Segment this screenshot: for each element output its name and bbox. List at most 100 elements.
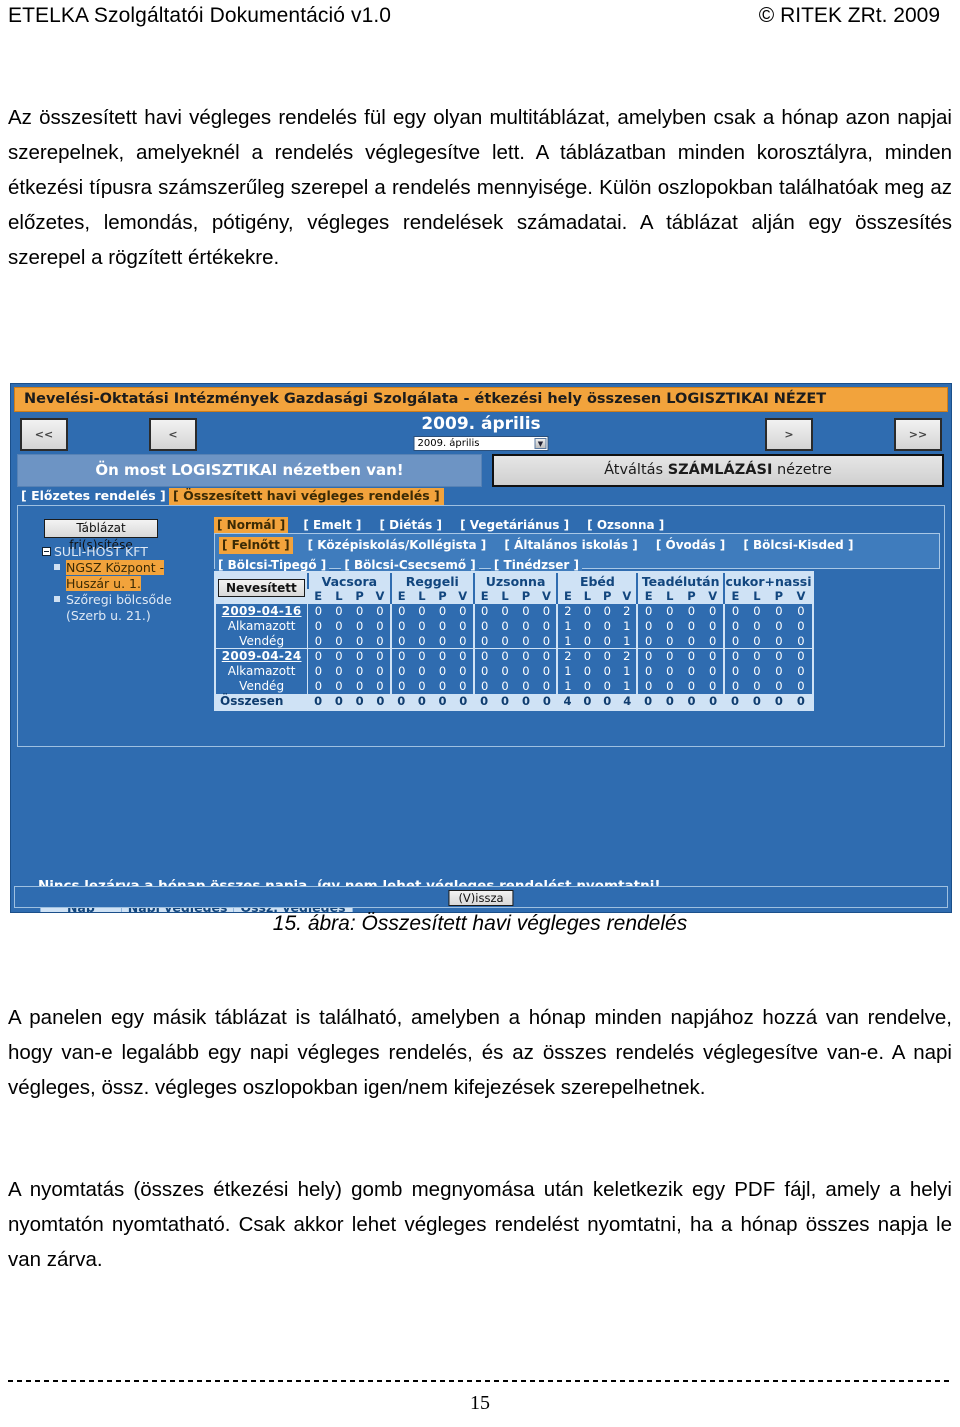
- cell-value: 0: [501, 679, 509, 693]
- cell-value: 0: [418, 633, 426, 648]
- paragraph-intro: Az összesített havi végleges rendelés fü…: [8, 106, 952, 269]
- sub-header-v: V: [617, 589, 638, 604]
- cell-value: 0: [355, 619, 364, 633]
- total-cell-value: 0: [432, 693, 453, 709]
- cell-value: 0: [687, 679, 696, 693]
- collapse-minus-icon[interactable]: [42, 547, 51, 556]
- sub-header-l: L: [577, 589, 598, 604]
- cell-value: 1: [623, 633, 631, 648]
- cell-value: 0: [789, 648, 812, 664]
- cell-value: 0: [583, 664, 592, 678]
- tree-item-label: Szőregi bölcsőde (Szerb u. 21.): [66, 592, 172, 623]
- tree-item-ngsz-kozpont[interactable]: NGSZ Központ - Huszár u. 1.: [40, 560, 205, 592]
- cell-value: 0: [389, 678, 412, 694]
- named-toggle-cell: Nevesített: [216, 573, 308, 604]
- cell-value: 0: [472, 678, 495, 694]
- cell-value: 0: [583, 633, 592, 648]
- row-date-label: 2009-04-16: [216, 603, 309, 619]
- cell-value: 0: [603, 679, 611, 693]
- group-header-5: cukor+nassi: [723, 573, 812, 589]
- footer-divider: [8, 1380, 952, 1382]
- sub-header-e: E: [556, 589, 578, 604]
- cell-value: 0: [459, 664, 467, 678]
- cell-value: 0: [636, 618, 659, 634]
- cell-value: 0: [666, 664, 674, 678]
- cell-value: 0: [494, 648, 516, 664]
- month-select[interactable]: 2009. április ▼: [413, 436, 549, 451]
- tab-vegetarianus[interactable]: [ Vegetáriánus ]: [457, 517, 573, 534]
- cell-value: 0: [603, 619, 611, 633]
- sub-header-p: P: [767, 589, 790, 604]
- cell-value: 0: [723, 633, 746, 649]
- cell-value: 0: [542, 633, 551, 648]
- provider-tree: SULI-HOST KFT NGSZ Központ - Huszár u. 1…: [40, 544, 205, 624]
- cell-value: 0: [515, 603, 537, 619]
- refresh-table-button[interactable]: Táblázat fri(s)sítése: [44, 519, 158, 552]
- cell-value: 0: [335, 679, 343, 693]
- cell-value: 0: [723, 603, 746, 619]
- sub-header-e: E: [636, 589, 659, 604]
- cell-value: 0: [708, 679, 717, 693]
- cell-value: 0: [789, 603, 812, 619]
- cell-value: 0: [438, 619, 447, 633]
- group-header-4: Teadélután: [636, 573, 724, 589]
- row-subgroup-label: Alkamazott: [216, 618, 309, 634]
- paragraph-printing: A nyomtatás (összes étkezési hely) gomb …: [8, 1178, 952, 1271]
- switch-view-button[interactable]: Átváltás SZÁMLÁZÁSI nézetre: [492, 454, 944, 487]
- cell-value: 0: [411, 648, 433, 664]
- cell-value: 1: [556, 633, 578, 649]
- table-row: Vendég 0 0 0 0 0 0 0 0 0 0 0 0 1 0 0 1 0 0 0 0 0 0 0 0: [216, 633, 812, 649]
- tree-root-item[interactable]: SULI-HOST KFT: [40, 544, 205, 560]
- cell-value: 0: [522, 633, 530, 648]
- tab-altalanos-iskolas[interactable]: [ Általános iskolás ]: [501, 537, 641, 554]
- row-subgroup-label: Vendég: [216, 633, 309, 649]
- cell-value: 0: [577, 648, 598, 664]
- tab-ozsonna[interactable]: [ Ozsonna ]: [584, 517, 668, 534]
- sub-header-l: L: [494, 589, 516, 604]
- cell-value: 0: [775, 679, 783, 693]
- total-cell-value: 0: [597, 693, 618, 709]
- cell-value: 0: [753, 664, 761, 678]
- cell-value: 0: [745, 603, 768, 619]
- tab-elozetes-rendeles[interactable]: [ Előzetes rendelés ]: [17, 488, 170, 505]
- cell-value: 0: [501, 633, 509, 648]
- total-cell-value: 0: [515, 693, 537, 709]
- tab-emelt[interactable]: [ Emelt ]: [300, 517, 365, 534]
- tree-item-szoregi-bolcsode[interactable]: Szőregi bölcsőde (Szerb u. 21.): [40, 592, 205, 624]
- cell-value: 0: [452, 603, 474, 619]
- total-cell-value: 0: [745, 693, 768, 709]
- tree-item-label-selected: NGSZ Központ - Huszár u. 1.: [66, 560, 165, 591]
- total-cell-value: 0: [702, 693, 724, 709]
- tab-osszesitett-havi-vegleges-rendeles[interactable]: [ Összesített havi végleges rendelés ]: [169, 488, 444, 505]
- tab-kozepiskolas-kollegista[interactable]: [ Középiskolás/Kollégista ]: [304, 537, 490, 554]
- doc-header-left: ETELKA Szolgáltatói Dokumentáció v1.0: [8, 4, 392, 27]
- cell-value: 0: [723, 648, 746, 664]
- cell-value: 0: [418, 679, 426, 693]
- cell-value: 0: [636, 663, 659, 679]
- switch-view-strong: SZÁMLÁZÁSI: [667, 462, 773, 478]
- cell-value: 2: [556, 648, 578, 664]
- cell-value: 0: [680, 603, 703, 619]
- cell-value: 0: [376, 664, 384, 678]
- tab-dietas[interactable]: [ Diétás ]: [376, 517, 445, 534]
- tab-normal[interactable]: [ Normál ]: [214, 517, 289, 534]
- sub-header-l: L: [659, 589, 681, 604]
- chevron-down-icon[interactable]: ▼: [534, 438, 547, 449]
- total-row: Összesen 0 0 0 0 0 0 0 0 0 0 0 0 4 0 0 4 0 0 0 0 0 0 0 0: [216, 693, 812, 709]
- cell-value: 2: [617, 648, 638, 664]
- cell-value: 0: [307, 603, 329, 619]
- tab-bolcsi-kisded[interactable]: [ Bölcsi-Kisded ]: [740, 537, 857, 554]
- age-group-tab-strip: [ Felnőtt ] [ Középiskolás/Kollégista ] …: [214, 533, 940, 574]
- cell-value: 0: [577, 603, 598, 619]
- tab-felnott[interactable]: [ Felnőtt ]: [219, 537, 293, 554]
- cell-value: 0: [432, 603, 453, 619]
- cell-value: 0: [775, 664, 783, 678]
- back-button[interactable]: (V)issza: [448, 890, 514, 906]
- named-button[interactable]: Nevesített: [218, 579, 305, 597]
- sub-header-p: P: [515, 589, 537, 604]
- total-cell-value: 0: [767, 693, 790, 709]
- switch-view-suffix: nézetre: [772, 462, 832, 478]
- cell-value: 0: [501, 664, 509, 678]
- tab-ovodas[interactable]: [ Óvodás ]: [652, 537, 729, 554]
- table-row: Vendég 0 0 0 0 0 0 0 0 0 0 0 0 1 0 0 1 0 0 0 0 0 0 0 0: [216, 678, 812, 694]
